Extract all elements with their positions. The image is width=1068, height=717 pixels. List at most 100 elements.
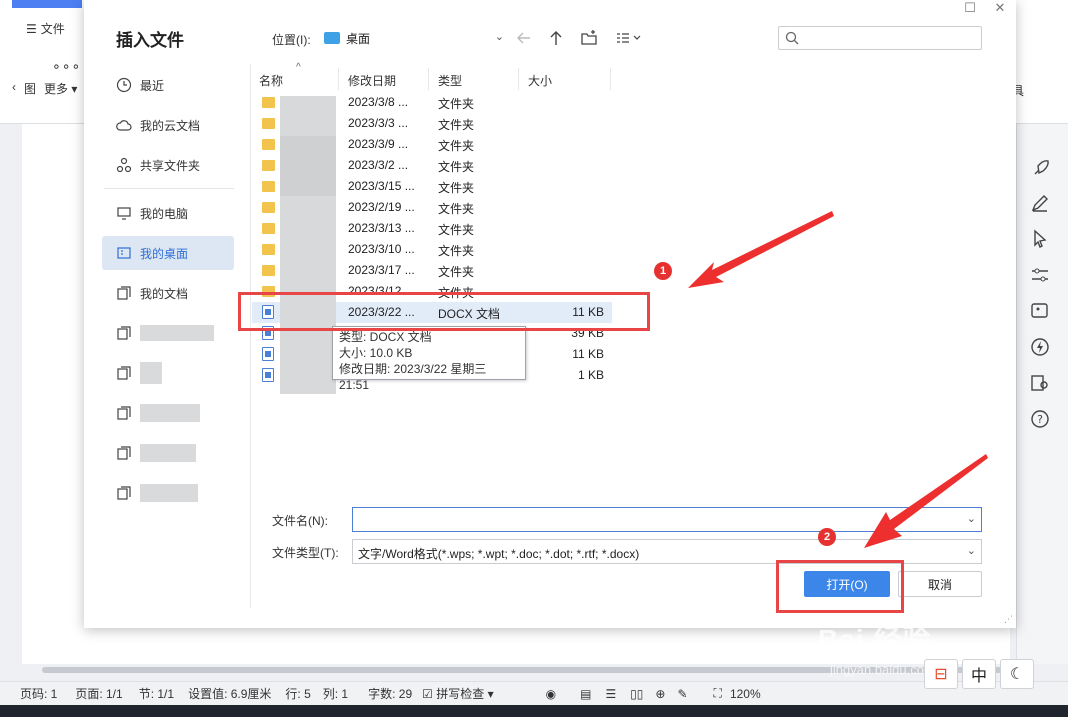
up-arrow-icon[interactable] — [546, 28, 566, 48]
status-col: 列: 1 — [322, 687, 349, 701]
page-view-icon[interactable]: ▤ — [580, 687, 591, 701]
word-doc-icon — [262, 368, 274, 382]
status-row: 行: 5 — [285, 687, 311, 701]
chevron-down-icon[interactable]: ⌄ — [967, 512, 976, 525]
redacted-label — [140, 404, 200, 422]
tooltip-size: 大小: 10.0 KB — [339, 346, 413, 360]
file-type: 文件夹 — [438, 244, 475, 258]
column-divider[interactable] — [428, 68, 429, 90]
pen-icon[interactable] — [1029, 192, 1051, 214]
status-setting: 设置值: 6.9厘米 — [188, 687, 272, 701]
file-menu-button[interactable]: ☰ 文件 — [26, 20, 65, 37]
file-date: 2023/3/10 ... — [348, 242, 415, 256]
sliders-icon[interactable] — [1029, 264, 1051, 286]
sort-up-icon: ^ — [296, 62, 301, 73]
file-type: 文件夹 — [438, 181, 475, 195]
sidebar-item-blurred[interactable] — [102, 356, 234, 390]
folder-icon — [262, 223, 275, 234]
zoom-level[interactable]: 120% — [730, 687, 761, 701]
watermark-url: jingyan.baidu.com — [830, 662, 935, 677]
view-mode-icon[interactable] — [614, 28, 644, 48]
rocket-icon[interactable] — [1029, 158, 1051, 180]
folder-icon — [262, 97, 275, 108]
chevron-down-icon: ⌄ — [494, 31, 504, 43]
status-page-code: 页码: 1 — [20, 687, 58, 701]
file-date: 2023/2/19 ... — [348, 200, 415, 214]
book-view-icon[interactable]: ▯▯ — [630, 687, 643, 701]
chevron-left-icon[interactable]: ‹ — [12, 80, 16, 97]
filename-label: 文件名(N): — [272, 514, 328, 528]
column-header-size[interactable]: 大小 — [528, 72, 552, 89]
column-header-name[interactable]: 名称 — [259, 72, 283, 89]
back-arrow-icon[interactable] — [514, 28, 534, 48]
cloud-icon — [116, 120, 132, 131]
sidebar-item-shared-folder[interactable]: 共享文件夹 — [102, 148, 234, 182]
sidebar-item-blurred[interactable] — [102, 436, 234, 470]
folder-icon — [262, 265, 275, 276]
column-divider[interactable] — [518, 68, 519, 90]
file-date: 2023/3/13 ... — [348, 221, 415, 235]
sidebar-item-cloud-docs[interactable]: 我的云文档 — [102, 108, 234, 142]
help-icon[interactable]: ? — [1029, 408, 1051, 430]
fit-page-icon[interactable]: ⛶ — [714, 686, 722, 701]
file-type: 文件夹 — [438, 160, 475, 174]
dialog-title: 插入文件 — [116, 31, 184, 50]
folder-icon — [262, 160, 275, 171]
book-search-icon[interactable] — [1029, 372, 1051, 394]
sidebar-item-my-desktop[interactable]: 我的桌面 — [102, 236, 234, 270]
word-doc-icon — [262, 347, 274, 361]
file-type: 文件夹 — [438, 202, 475, 216]
desktop-folder-icon — [324, 32, 340, 44]
cursor-icon[interactable] — [1029, 228, 1051, 250]
status-word-count: 字数: 29 — [368, 687, 413, 701]
list-view-icon[interactable]: ☰ — [605, 687, 616, 701]
new-folder-icon[interactable] — [579, 28, 599, 48]
highlight-box-open — [776, 560, 904, 613]
close-icon[interactable]: ✕ — [990, 0, 1010, 16]
moon-icon[interactable]: ☾ — [1000, 659, 1034, 689]
pencil-view-icon[interactable]: ✎ — [677, 687, 687, 701]
search-icon — [785, 31, 799, 45]
maximize-icon[interactable]: ☐ — [960, 0, 980, 16]
sidebar-item-blurred[interactable] — [102, 396, 234, 430]
folder-outline-icon — [117, 446, 131, 460]
sidebar-border — [250, 64, 251, 608]
file-type: 文件夹 — [438, 118, 475, 132]
file-type: 文件夹 — [438, 139, 475, 153]
column-divider[interactable] — [610, 68, 611, 90]
chevron-down-icon: ⌄ — [966, 545, 976, 557]
folder-icon — [262, 118, 275, 129]
clock-icon — [116, 77, 132, 93]
lightning-icon[interactable] — [1029, 336, 1051, 358]
file-date: 2023/3/8 ... — [348, 95, 409, 109]
sidebar-item-my-computer[interactable]: 我的电脑 — [102, 196, 234, 230]
sidebar-item-my-documents[interactable]: 我的文档 — [102, 276, 234, 310]
ime-language[interactable]: 中 — [962, 659, 996, 689]
tooltip-modified: 修改日期: 2023/3/22 星期三 21:51 — [339, 362, 487, 392]
sidebar-item-recent[interactable]: 最近 — [102, 68, 234, 102]
resize-grip-icon[interactable]: ⋰ — [1004, 614, 1013, 625]
location-dropdown[interactable]: 桌面 ⌄ — [324, 26, 504, 50]
spellcheck-toggle[interactable]: ☑ 拼写检查 ▾ — [422, 685, 493, 702]
search-input[interactable] — [778, 26, 982, 50]
column-header-date[interactable]: 修改日期 — [348, 72, 396, 89]
file-date: 2023/3/15 ... — [348, 179, 415, 193]
redacted-label — [140, 325, 214, 341]
redacted-label — [140, 444, 196, 462]
file-type: 文件夹 — [438, 97, 475, 111]
globe-icon[interactable]: ⊕ — [655, 687, 665, 701]
column-header-type[interactable]: 类型 — [438, 72, 462, 89]
column-divider[interactable] — [338, 68, 339, 90]
image-edit-icon[interactable] — [1029, 300, 1051, 322]
filename-input[interactable]: ⌄ — [352, 507, 982, 532]
step-badge-1: 1 — [654, 262, 672, 280]
more-dots-icon[interactable]: ∘∘∘ — [52, 58, 81, 75]
share-icon — [116, 157, 132, 173]
folder-icon — [262, 244, 275, 255]
eye-icon[interactable]: ◉ — [546, 687, 556, 701]
sidebar-item-blurred[interactable] — [102, 476, 234, 510]
sidebar-item-blurred[interactable] — [102, 316, 234, 350]
more-button[interactable]: 更多 ▾ — [44, 80, 77, 97]
cancel-button[interactable]: 取消 — [898, 571, 982, 597]
docs-icon — [117, 286, 131, 300]
